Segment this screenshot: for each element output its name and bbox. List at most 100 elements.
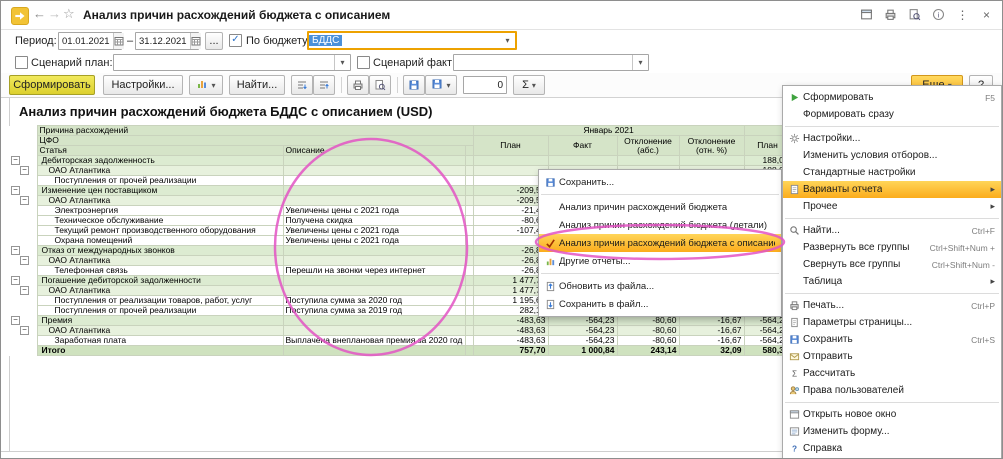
collapse-groups-button[interactable] (313, 75, 335, 95)
row-label-cell[interactable]: Заработная плата (37, 336, 283, 346)
menu-item-variant-basic[interactable]: Анализ причин расхождений бюджета (539, 198, 781, 216)
row-description-cell[interactable]: Выплачена внеплановая премия за 2020 год (283, 336, 465, 346)
row-label-cell[interactable]: Премия (37, 316, 283, 326)
row-description-cell[interactable]: Увеличены цены с 2021 года (283, 226, 465, 236)
menu-item-save-to-file[interactable]: Сохранить в файл... (539, 295, 781, 313)
value-cell[interactable] (473, 176, 548, 186)
settings-button[interactable]: Настройки... (103, 75, 183, 95)
value-cell[interactable]: 1 000,84 (548, 346, 617, 356)
menu-item-edit-form[interactable]: Изменить форму... (783, 423, 1001, 440)
row-label-cell[interactable]: Охрана помещений (37, 236, 283, 246)
row-label-cell[interactable]: Техническое обслуживание (37, 216, 283, 226)
row-label-cell[interactable]: Электроэнергия (37, 206, 283, 216)
value-cell[interactable] (679, 156, 744, 166)
row-description-cell[interactable] (283, 316, 465, 326)
value-cell[interactable]: -564,23 (548, 316, 617, 326)
chevron-down-icon[interactable]: ▾ (632, 55, 648, 70)
row-description-cell[interactable]: Поступила сумма за 2019 год (283, 306, 465, 316)
menu-item-collapse-all-groups[interactable]: Свернуть все группыCtrl+Shift+Num - (783, 256, 1001, 273)
expand-groups-button[interactable] (291, 75, 313, 95)
row-label-cell[interactable]: ОАО Атлантика (37, 256, 283, 266)
print-button[interactable] (347, 75, 369, 95)
menu-item-settings[interactable]: Настройки... (783, 130, 1001, 147)
value-cell[interactable]: -80,60 (617, 326, 679, 336)
value-cell[interactable]: 1 477,76 (473, 276, 548, 286)
report-row[interactable]: Итого757,701 000,84243,1432,09580,36 (9, 346, 791, 356)
row-label-cell[interactable]: ОАО Атлантика (37, 166, 283, 176)
back-arrow-icon[interactable]: ← (33, 6, 46, 21)
menu-item-save-variant[interactable]: Сохранить... (539, 173, 781, 191)
print-preview-button[interactable] (369, 75, 391, 95)
value-cell[interactable]: -80,60 (473, 216, 548, 226)
report-variants-button[interactable]: ▾ (189, 75, 223, 95)
row-label-cell[interactable]: ОАО Атлантика (37, 196, 283, 206)
row-description-cell[interactable] (283, 176, 465, 186)
find-button[interactable]: Найти... (229, 75, 285, 95)
menu-item-user-rights[interactable]: Права пользователей (783, 382, 1001, 399)
report-row[interactable]: Заработная платаВыплачена внеплановая пр… (9, 336, 791, 346)
row-description-cell[interactable]: Перешли на звонки через интернет (283, 266, 465, 276)
menu-item-generate[interactable]: СформироватьF5 (783, 89, 1001, 106)
menu-item-variant-details[interactable]: Анализ причин расхождений бюджета (детал… (539, 216, 781, 234)
close-icon[interactable]: × (979, 7, 994, 22)
value-cell[interactable]: 32,09 (679, 346, 744, 356)
value-cell[interactable]: 1 477,76 (473, 286, 548, 296)
row-label-cell[interactable]: Итого (37, 346, 283, 356)
collapse-group-icon[interactable]: − (11, 246, 20, 255)
value-cell[interactable]: -16,67 (679, 316, 744, 326)
calendar-icon[interactable] (190, 33, 201, 49)
kebab-menu-icon[interactable]: ⋮ (955, 7, 970, 22)
menu-item-other[interactable]: Прочее▸ (783, 198, 1001, 215)
value-cell[interactable]: -564,23 (548, 326, 617, 336)
menu-item-send[interactable]: Отправить (783, 348, 1001, 365)
value-cell[interactable]: 282,12 (473, 306, 548, 316)
row-description-cell[interactable] (283, 326, 465, 336)
value-cell[interactable]: -564,23 (548, 336, 617, 346)
value-cell[interactable]: -483,63 (473, 316, 548, 326)
row-description-cell[interactable] (283, 346, 465, 356)
menu-item-variant-with-description[interactable]: Анализ причин расхождений бюджета с опис… (539, 234, 781, 252)
date-from-field[interactable]: 01.01.2021 (58, 32, 122, 50)
value-cell[interactable]: -26,87 (473, 246, 548, 256)
row-label-cell[interactable]: Текущий ремонт производственного оборудо… (37, 226, 283, 236)
row-label-cell[interactable]: Дебиторская задолженность (37, 156, 283, 166)
menu-item-open-new-window[interactable]: Открыть новое окно (783, 406, 1001, 423)
value-cell[interactable]: -107,47 (473, 226, 548, 236)
value-cell[interactable]: -483,63 (473, 326, 548, 336)
row-description-cell[interactable]: Увеличены цены с 2021 года (283, 206, 465, 216)
scenario-fact-combo[interactable]: ▾ (453, 54, 649, 71)
period-more-button[interactable]: ... (205, 32, 223, 50)
collapse-group-icon[interactable]: − (11, 276, 20, 285)
value-cell[interactable]: -21,49 (473, 206, 548, 216)
row-description-cell[interactable] (283, 196, 465, 206)
menu-item-page-setup[interactable]: Параметры страницы... (783, 314, 1001, 331)
new-window-icon[interactable] (859, 7, 874, 22)
scenario-plan-combo[interactable]: ▾ (113, 54, 351, 71)
menu-item-standard-settings[interactable]: Стандартные настройки (783, 164, 1001, 181)
date-to-field[interactable]: 31.12.2021 (135, 32, 199, 50)
value-cell[interactable] (473, 236, 548, 246)
row-label-cell[interactable]: Поступления от реализации товаров, работ… (37, 296, 283, 306)
row-label-cell[interactable]: ОАО Атлантика (37, 326, 283, 336)
report-row[interactable]: −Дебиторская задолженность188,08 (9, 156, 791, 166)
budget-combo[interactable]: БДДС ▾ (307, 31, 517, 50)
value-cell[interactable]: 757,70 (473, 346, 548, 356)
value-cell[interactable]: -80,60 (617, 336, 679, 346)
menu-item-print[interactable]: Печать...Ctrl+P (783, 297, 1001, 314)
row-label-cell[interactable]: ОАО Атлантика (37, 286, 283, 296)
scenario-plan-checkbox[interactable] (15, 56, 28, 69)
value-cell[interactable]: -209,56 (473, 196, 548, 206)
collapse-group-icon[interactable]: − (20, 286, 29, 295)
row-label-cell[interactable]: Изменение цен поставщиком (37, 186, 283, 196)
forward-arrow-icon[interactable]: → (48, 6, 61, 21)
value-cell[interactable]: -26,87 (473, 256, 548, 266)
menu-item-edit-filters[interactable]: Изменить условия отборов... (783, 147, 1001, 164)
row-description-cell[interactable] (283, 166, 465, 176)
counter-field[interactable]: 0 (463, 76, 507, 94)
row-label-cell[interactable]: Погашение дебиторской задолженности (37, 276, 283, 286)
row-description-cell[interactable] (283, 246, 465, 256)
row-description-cell[interactable] (283, 156, 465, 166)
row-label-cell[interactable]: Телефонная связь (37, 266, 283, 276)
menu-item-help[interactable]: ?Справка (783, 440, 1001, 457)
save-button[interactable] (403, 75, 425, 95)
